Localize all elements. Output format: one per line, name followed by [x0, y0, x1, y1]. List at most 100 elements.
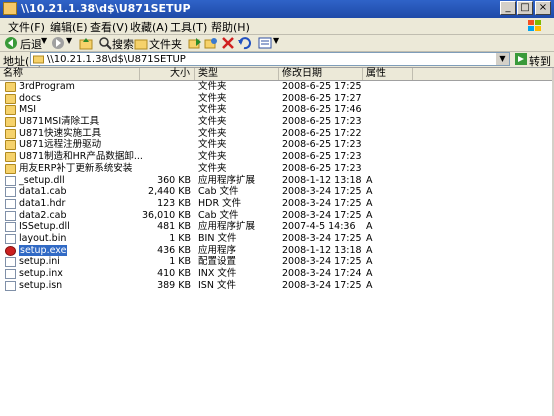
close-button[interactable]: × [535, 1, 551, 15]
file-row[interactable]: setup.ini 1 KB 配置设置 2008-3-24 17:25 A [0, 256, 554, 268]
file-attributes: A [366, 221, 373, 233]
file-icon [5, 198, 16, 209]
address-dropdown-icon[interactable]: ▼ [496, 53, 509, 65]
file-row[interactable]: U871快速实施工具 文件夹 2008-6-25 17:22 [0, 128, 554, 140]
file-name: setup.isn [19, 279, 63, 291]
go-button[interactable]: 转到 [515, 52, 553, 68]
file-name: _setup.dll [19, 174, 65, 186]
file-row[interactable]: docs 文件夹 2008-6-25 17:27 [0, 93, 554, 105]
views-dropdown-icon[interactable]: ▼ [273, 36, 279, 50]
go-label: 转到 [529, 55, 551, 68]
file-type: 文件夹 [198, 162, 227, 174]
file-row[interactable]: setup.inx 410 KB INX 文件 2008-3-24 17:24 A [0, 268, 554, 280]
views-icon[interactable] [258, 36, 272, 50]
maximize-button[interactable]: □ [517, 1, 533, 15]
file-icon [5, 280, 16, 291]
minimize-button[interactable]: _ [500, 1, 516, 15]
folders-button[interactable]: 文件夹 [149, 36, 182, 51]
file-type: 配置设置 [198, 256, 237, 268]
file-type: 文件夹 [198, 81, 227, 92]
menu-favorites[interactable]: 收藏(A) [130, 19, 168, 35]
file-attributes: A [366, 232, 373, 244]
file-type: 应用程序 [198, 244, 237, 256]
file-row[interactable]: U871远程注册驱动 文件夹 2008-6-25 17:23 [0, 139, 554, 151]
undo-icon[interactable] [237, 36, 251, 50]
file-modified: 2008-3-24 17:25 [282, 279, 362, 291]
file-row[interactable]: setup.exe 436 KB 应用程序 2008-1-12 13:18 A [0, 244, 554, 257]
file-type: 应用程序扩展 [198, 221, 256, 233]
folder-icon [5, 82, 16, 92]
file-row[interactable]: U871制造和HR产品数据卸... 文件夹 2008-6-25 17:23 [0, 151, 554, 163]
file-attributes: A [366, 197, 373, 209]
folders-icon[interactable] [134, 36, 148, 50]
file-name: docs [19, 92, 42, 104]
menu-tools[interactable]: 工具(T) [170, 19, 207, 35]
file-row[interactable]: ISSetup.dll 481 KB 应用程序扩展 2007-4-5 14:36 A [0, 221, 554, 233]
file-icon [5, 269, 16, 279]
file-row[interactable]: setup.isn 389 KB ISN 文件 2008-3-24 17:25 A [0, 280, 554, 292]
file-icon [5, 187, 16, 198]
file-row[interactable]: 3rdProgram 文件夹 2008-6-25 17:25 [0, 81, 554, 93]
forward-dropdown-icon[interactable]: ▼ [66, 36, 72, 50]
file-name: U871制造和HR产品数据卸... [19, 151, 143, 163]
file-size: 1 KB [169, 232, 191, 244]
title-bar: \\10.21.1.38\d$\U871SETUP _ □ × [0, 0, 554, 18]
file-attributes: A [366, 209, 373, 221]
column-size[interactable]: 大小 [140, 68, 195, 80]
file-name: setup.inx [19, 268, 63, 279]
application-icon [5, 245, 16, 256]
file-row[interactable]: data2.cab 36,010 KB Cab 文件 2008-3-24 17:25 A [0, 210, 554, 222]
file-name: U871MSI清除工具 [19, 116, 100, 128]
menu-file[interactable]: 文件(F) [8, 19, 45, 35]
column-attributes[interactable]: 属性 [363, 68, 413, 80]
search-icon[interactable] [98, 36, 112, 50]
file-row[interactable]: 用友ERP补丁更新系统安装 文件夹 2008-6-25 17:23 [0, 163, 554, 175]
column-type[interactable]: 类型 [195, 68, 279, 80]
file-type: BIN 文件 [198, 232, 237, 244]
file-type: 文件夹 [198, 151, 227, 163]
search-button[interactable]: 搜索 [112, 36, 134, 51]
address-input[interactable]: \\10.21.1.38\d$\U871SETUP ▼ [30, 52, 510, 66]
column-modified[interactable]: 修改日期 [279, 68, 363, 80]
back-dropdown-icon[interactable]: ▼ [41, 36, 47, 50]
file-name: setup.ini [19, 256, 60, 268]
folder-icon [5, 93, 16, 104]
file-modified: 2008-6-25 17:23 [282, 116, 362, 128]
menu-view[interactable]: 查看(V) [90, 19, 128, 35]
address-value: \\10.21.1.38\d$\U871SETUP [47, 54, 186, 65]
file-modified: 2008-6-25 17:22 [282, 127, 362, 139]
up-folder-icon[interactable] [79, 36, 93, 50]
file-name: 用友ERP补丁更新系统安装 [19, 162, 133, 174]
column-name[interactable]: 名称 [0, 68, 140, 80]
file-row[interactable]: data1.hdr 123 KB HDR 文件 2008-3-24 17:25 A [0, 198, 554, 210]
file-size: 123 KB [157, 197, 191, 209]
copy-to-icon[interactable] [204, 36, 218, 50]
file-name: data1.cab [19, 186, 67, 198]
folder-icon [5, 163, 16, 174]
file-modified: 2008-3-24 17:25 [282, 209, 362, 221]
file-modified: 2008-6-25 17:27 [282, 92, 362, 104]
file-row[interactable]: U871MSI清除工具 文件夹 2008-6-25 17:23 [0, 116, 554, 128]
move-to-icon[interactable] [188, 36, 202, 50]
file-row[interactable]: _setup.dll 360 KB 应用程序扩展 2008-1-12 13:18 A [0, 175, 554, 187]
file-type: 文件夹 [198, 104, 227, 116]
file-modified: 2008-3-24 17:24 [282, 268, 362, 279]
menu-help[interactable]: 帮助(H) [211, 19, 250, 35]
file-size: 1 KB [169, 256, 191, 268]
back-arrow-icon[interactable] [4, 36, 18, 50]
file-icon [5, 257, 16, 268]
file-name: 3rdProgram [19, 81, 75, 92]
file-size: 2,440 KB [148, 186, 191, 198]
file-row[interactable]: data1.cab 2,440 KB Cab 文件 2008-3-24 17:25 A [0, 186, 554, 198]
back-button[interactable]: 后退 [20, 36, 42, 51]
forward-arrow-icon[interactable] [51, 36, 65, 50]
file-attributes: A [366, 186, 373, 198]
file-row[interactable]: MSI 文件夹 2008-6-25 17:46 [0, 104, 554, 116]
file-size: 436 KB [157, 244, 191, 256]
file-name: MSI [19, 104, 37, 116]
file-modified: 2008-6-25 17:46 [282, 104, 362, 116]
file-row[interactable]: layout.bin 1 KB BIN 文件 2008-3-24 17:25 A [0, 233, 554, 245]
file-attributes: A [366, 244, 373, 256]
delete-icon[interactable] [221, 36, 235, 50]
menu-edit[interactable]: 编辑(E) [50, 19, 88, 35]
